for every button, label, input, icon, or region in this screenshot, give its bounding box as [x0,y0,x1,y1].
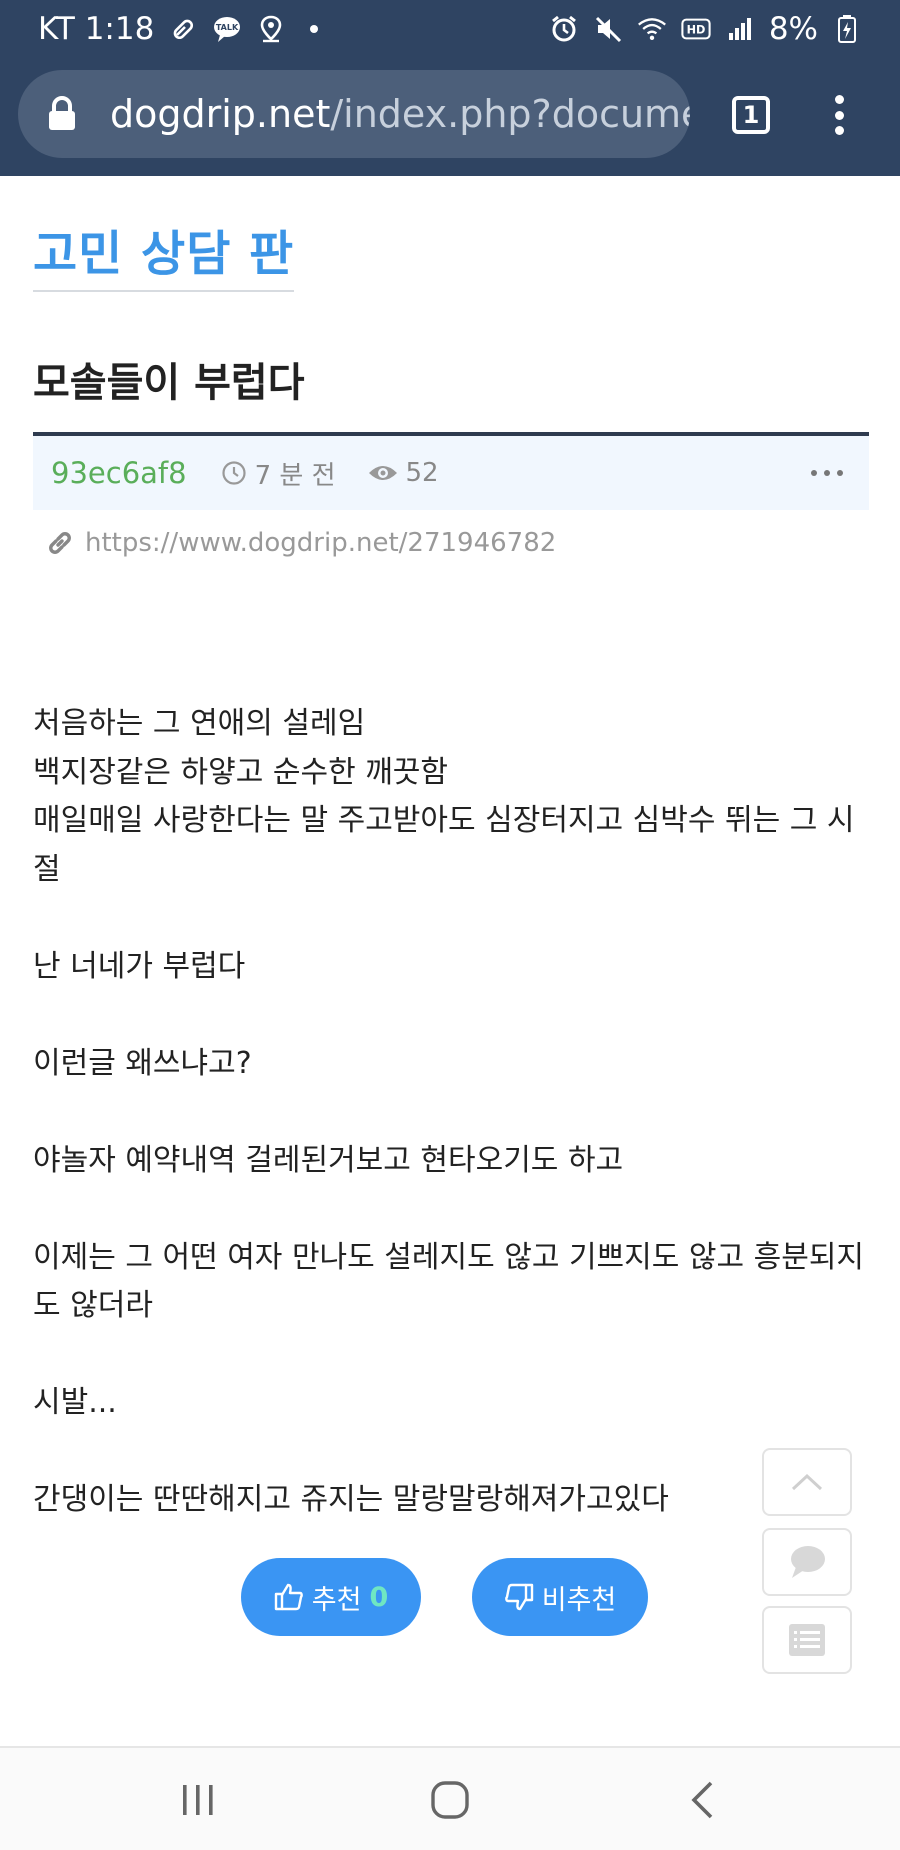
home-button[interactable] [400,1748,500,1850]
url-path: /index.php?document [330,92,690,136]
svg-text:TALK: TALK [216,23,239,32]
downvote-button[interactable]: 비추천 [472,1558,648,1636]
post-views: 52 [368,458,439,488]
post-more-button[interactable] [811,470,843,476]
body-line: 백지장같은 하얗고 순수한 깨끗함 [33,754,449,790]
upvote-count: 0 [369,1581,389,1613]
post-author[interactable]: 93ec6af8 [51,456,187,490]
browser-menu-button[interactable] [824,92,854,138]
post-meta-bar: 93ec6af8 7 분 전 52 [33,436,869,510]
menu-dot-icon [834,110,844,120]
post-body: 처음하는 그 연애의 설레임 백지장같은 하얗고 순수한 깨끗함 매일매일 사랑… [33,700,873,1525]
body-blank-line [33,1428,873,1477]
svg-text:HD: HD [686,24,705,37]
page: KT 1:18 TALK HD 8% dogdrip.net /index.ph… [0,0,900,1850]
body-blank-line [33,1331,873,1380]
chevron-up-icon [791,1473,823,1491]
body-line: 야놀자 예약내역 걸레된거보고 현타오기도 하고 [33,1142,624,1178]
clock-icon [221,461,246,485]
post-views-count: 52 [405,458,439,488]
location-icon [256,14,286,44]
signal-icon [725,14,755,44]
scroll-top-button[interactable] [762,1448,852,1516]
status-bar: KT 1:18 TALK HD 8% [0,0,900,58]
lock-icon [49,96,75,130]
more-dot-icon [837,470,843,476]
tab-switcher-button[interactable]: 1 [732,96,770,134]
body-line: 간댕이는 딴딴해지고 쥬지는 말랑말랑해져가고있다 [33,1482,669,1517]
carrier-time: KT 1:18 [38,11,155,47]
body-line: 시발... [33,1385,117,1420]
body-blank-line [33,894,873,943]
wifi-icon [637,14,667,44]
battery-charging-icon [832,14,862,44]
post-time: 7 분 전 [221,455,336,492]
body-line: 매일매일 사랑한다는 말 주고받아도 심장터지고 심박수 뛰는 그 시절 [33,803,855,887]
body-blank-line [33,1185,873,1234]
board-title-link[interactable]: 고민 상담 판 [33,214,295,292]
battery-level: 8% [768,11,818,47]
list-icon [789,1624,825,1656]
post-time-text: 7 분 전 [254,460,336,491]
recent-apps-button[interactable] [148,1748,248,1850]
eye-icon [368,466,397,480]
more-dot-icon [824,470,830,476]
body-line: 난 너네가 부럽다 [33,948,246,984]
system-navigation-bar [0,1746,900,1850]
thumbs-up-icon [274,1583,303,1611]
talk-icon: TALK [212,14,242,44]
post-title: 모솔들이 부럽다 [33,360,305,406]
body-blank-line [33,1088,873,1137]
body-blank-line [33,991,873,1040]
body-line: 이제는 그 어떤 여자 만나도 설레지도 않고 기쁘지도 않고 흥분되지도 않더… [33,1239,865,1324]
notification-dot-icon [310,25,319,33]
post-permalink[interactable]: https://www.dogdrip.net/271946782 [45,528,556,558]
upvote-label: 추천 [311,1584,362,1616]
recent-apps-icon [183,1785,213,1815]
menu-dot-icon [834,126,844,135]
body-line: 이런글 왜쓰냐고? [33,1045,252,1081]
downvote-label: 비추천 [541,1584,617,1616]
thumbs-down-icon [504,1583,533,1611]
hd-icon: HD [681,14,711,44]
upvote-button[interactable]: 추천 0 [241,1558,421,1636]
menu-dot-icon [834,95,844,104]
chat-bubble-icon [791,1546,825,1578]
body-line: 처음하는 그 연애의 설레임 [33,706,366,741]
comments-button[interactable] [762,1528,852,1596]
list-button[interactable] [762,1606,852,1674]
url-domain: dogdrip.net [110,92,331,136]
back-chevron-icon [691,1781,713,1819]
browser-chrome: KT 1:18 TALK HD 8% dogdrip.net /index.ph… [0,0,900,176]
link-icon [49,532,71,554]
more-dot-icon [811,470,817,476]
address-bar[interactable]: dogdrip.net/index.php?document [18,70,690,158]
pill-icon [168,14,198,44]
home-icon [431,1781,469,1819]
alarm-icon [549,14,579,44]
back-button[interactable] [652,1748,752,1850]
permalink-text: https://www.dogdrip.net/271946782 [85,528,557,558]
mute-icon [593,14,623,44]
